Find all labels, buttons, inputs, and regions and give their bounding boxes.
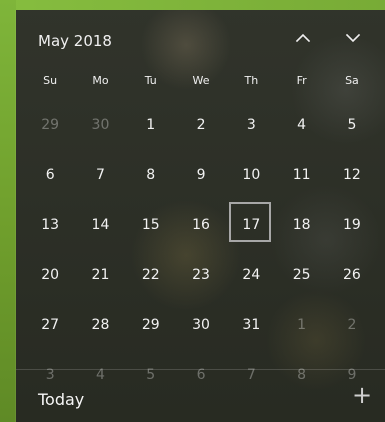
calendar-flyout: May 2018 Su Mo Tu We Th Fr Sa 29 30 1 2 …: [16, 10, 385, 422]
calendar-day[interactable]: 5: [126, 350, 176, 400]
calendar-day[interactable]: 20: [25, 250, 75, 300]
weekday-label: Fr: [296, 74, 307, 87]
calendar-day[interactable]: 31: [226, 300, 276, 350]
calendar-day[interactable]: 30: [176, 300, 226, 350]
calendar-day[interactable]: 14: [75, 200, 125, 250]
calendar-day[interactable]: 4: [276, 100, 326, 150]
calendar-day[interactable]: 8: [276, 350, 326, 400]
chevron-down-icon: [345, 30, 361, 51]
calendar-day[interactable]: 25: [276, 250, 326, 300]
weekday-header-row: Su Mo Tu We Th Fr Sa: [25, 74, 377, 87]
calendar-day[interactable]: 10: [226, 150, 276, 200]
calendar-day[interactable]: 28: [75, 300, 125, 350]
desktop-background-left: [0, 0, 16, 422]
weekday-label: Su: [43, 74, 58, 87]
agenda-today-label: Today: [38, 390, 85, 409]
calendar-day[interactable]: 12: [327, 150, 377, 200]
calendar-day[interactable]: 23: [176, 250, 226, 300]
calendar-day[interactable]: 2: [327, 300, 377, 350]
calendar-day[interactable]: 2: [176, 100, 226, 150]
section-divider: [16, 369, 385, 370]
calendar-day[interactable]: 19: [327, 200, 377, 250]
calendar-day[interactable]: 7: [75, 150, 125, 200]
calendar-day[interactable]: 9: [176, 150, 226, 200]
calendar-day-selected[interactable]: 17: [226, 200, 276, 250]
weekday-label: Sa: [345, 74, 359, 87]
calendar-day[interactable]: 27: [25, 300, 75, 350]
add-event-button[interactable]: +: [350, 383, 374, 407]
calendar-day[interactable]: 7: [226, 350, 276, 400]
calendar-day[interactable]: 8: [126, 150, 176, 200]
weekday-label: Th: [244, 74, 259, 87]
calendar-day[interactable]: 24: [226, 250, 276, 300]
calendar-day[interactable]: 6: [25, 150, 75, 200]
calendar-day[interactable]: 29: [126, 300, 176, 350]
calendar-day[interactable]: 21: [75, 250, 125, 300]
calendar-day[interactable]: 11: [276, 150, 326, 200]
calendar-day[interactable]: 1: [276, 300, 326, 350]
previous-month-button[interactable]: [289, 26, 317, 54]
weekday-label: Mo: [92, 74, 109, 87]
calendar-day[interactable]: 6: [176, 350, 226, 400]
chevron-up-icon: [295, 30, 311, 51]
weekday-label: Tu: [144, 74, 157, 87]
calendar-day[interactable]: 26: [327, 250, 377, 300]
calendar-day[interactable]: 5: [327, 100, 377, 150]
calendar-day[interactable]: 13: [25, 200, 75, 250]
calendar-day[interactable]: 1: [126, 100, 176, 150]
calendar-day[interactable]: 15: [126, 200, 176, 250]
calendar-day[interactable]: 22: [126, 250, 176, 300]
calendar-day[interactable]: 16: [176, 200, 226, 250]
next-month-button[interactable]: [339, 26, 367, 54]
calendar-day[interactable]: 18: [276, 200, 326, 250]
calendar-day[interactable]: 30: [75, 100, 125, 150]
calendar-day-grid: 29 30 1 2 3 4 5 6 7 8 9 10 11 12 13 14 1…: [25, 100, 377, 400]
month-year-header[interactable]: May 2018: [38, 32, 112, 50]
calendar-day[interactable]: 3: [226, 100, 276, 150]
desktop-background-top: [0, 0, 385, 10]
weekday-label: We: [192, 74, 210, 87]
plus-icon: +: [351, 381, 373, 409]
calendar-day[interactable]: 29: [25, 100, 75, 150]
